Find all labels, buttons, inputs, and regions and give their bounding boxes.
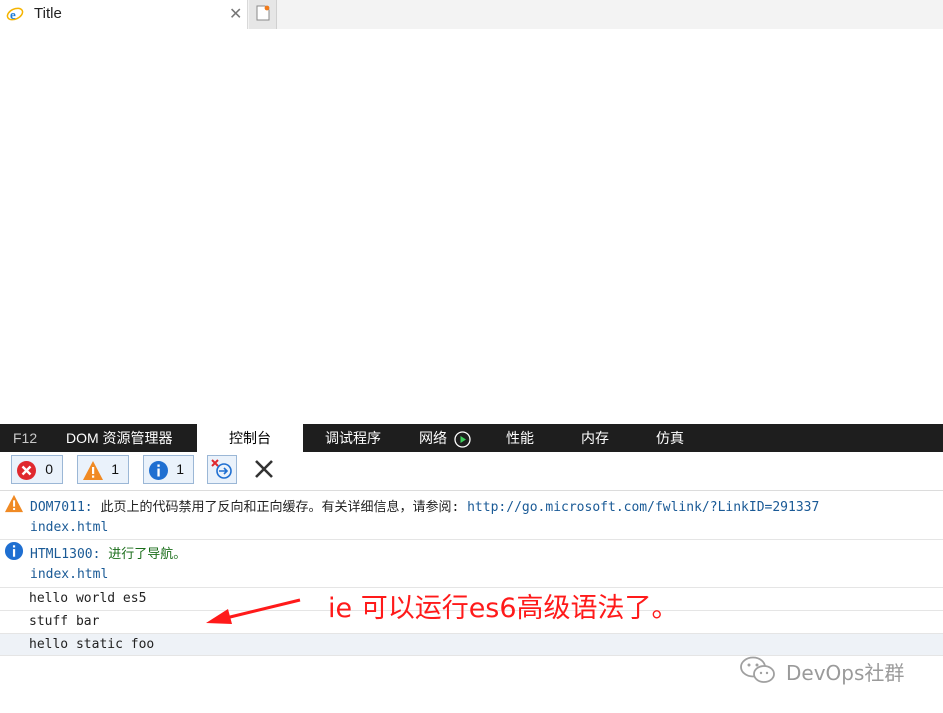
wechat-icon: [740, 656, 775, 683]
log-text: stuff bar: [29, 614, 100, 629]
warning-icon: [83, 461, 103, 480]
log-text: hello static foo: [29, 637, 155, 652]
new-tab-icon: [256, 5, 270, 21]
tab-title: Title: [34, 5, 62, 22]
close-icon[interactable]: ✕: [229, 4, 242, 23]
info-code: HTML1300:: [30, 547, 101, 562]
browser-tab[interactable]: e Title ✕: [0, 0, 248, 29]
devtools-tab-bar: F12 DOM 资源管理器 控制台 调试程序 网络 性能 内存 仿真: [0, 424, 943, 452]
warning-code: DOM7011:: [30, 500, 93, 515]
error-icon: [17, 461, 36, 480]
info-text: 进行了导航。: [100, 547, 187, 562]
new-tab-button[interactable]: [249, 0, 277, 29]
clear-console-icon[interactable]: [252, 457, 276, 481]
ie-icon: e: [6, 7, 24, 22]
warnings-filter-button[interactable]: 1: [77, 455, 129, 484]
watermark-text: DevOps社群: [786, 661, 905, 685]
warning-text: 此页上的代码禁用了反向和正向缓存。有关详细信息，请参阅:: [92, 500, 468, 515]
tab-emulation[interactable]: 仿真: [656, 424, 684, 452]
tab-dom-explorer[interactable]: DOM 资源管理器: [66, 424, 173, 452]
warning-link[interactable]: http://go.microsoft.com/fwlink/?LinkID=2…: [467, 500, 819, 515]
tab-f12: F12: [13, 430, 38, 446]
warning-source-link[interactable]: index.html: [30, 520, 108, 535]
console-warning-message: DOM7011: 此页上的代码禁用了反向和正向缓存。有关详细信息，请参阅: ht…: [0, 494, 943, 539]
divider: [0, 539, 943, 540]
clear-on-navigate-icon: [211, 459, 232, 479]
tab-debugger[interactable]: 调试程序: [325, 424, 381, 452]
warning-icon: [4, 494, 24, 513]
tab-network[interactable]: 网络: [419, 424, 471, 452]
info-source-link[interactable]: index.html: [30, 567, 108, 582]
tab-network-label: 网络: [419, 430, 447, 446]
tab-console[interactable]: 控制台: [197, 424, 303, 452]
play-icon: [454, 431, 471, 448]
console-log-row: hello static foo: [0, 633, 943, 656]
browser-tab-strip: e Title ✕: [0, 0, 943, 29]
console-info-message: HTML1300: 进行了导航。 index.html: [0, 541, 943, 586]
tab-performance[interactable]: 性能: [506, 424, 534, 452]
info-icon: [4, 541, 24, 561]
info-icon: [149, 461, 168, 480]
info-filter-button[interactable]: 1: [143, 455, 194, 484]
clear-on-navigate-button[interactable]: [207, 455, 237, 484]
errors-count: 0: [45, 461, 53, 477]
errors-filter-button[interactable]: 0: [11, 455, 63, 484]
tab-memory[interactable]: 内存: [581, 424, 609, 452]
console-toolbar: 0 1 1: [0, 452, 943, 491]
warnings-count: 1: [111, 461, 119, 477]
info-count: 1: [176, 461, 184, 477]
annotation-arrow: [206, 598, 301, 624]
log-text: hello world es5: [29, 591, 147, 606]
svg-text:e: e: [10, 7, 16, 22]
watermark: DevOps社群: [738, 655, 918, 685]
annotation-text: ie 可以运行es6高级语法了。: [328, 593, 679, 624]
